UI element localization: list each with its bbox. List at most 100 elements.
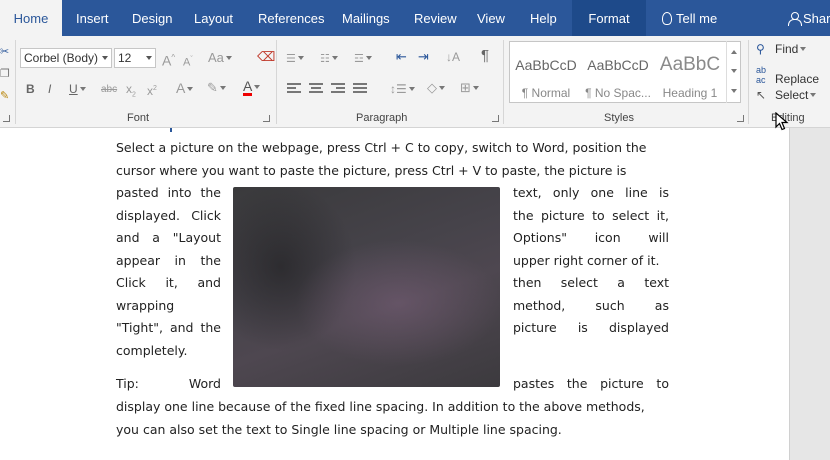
shrink-font-button[interactable]: Aˇ — [183, 52, 193, 71]
bold-button[interactable]: B — [26, 81, 35, 97]
chevron-down-icon — [297, 56, 304, 60]
vertical-scrollbar[interactable] — [789, 128, 830, 460]
styles-launcher-icon[interactable] — [737, 115, 744, 122]
tab-format[interactable]: Format — [572, 0, 646, 36]
shading-button[interactable]: ◇ — [427, 80, 445, 96]
share-button[interactable]: Shar — [788, 0, 830, 36]
show-formatting-button[interactable]: ¶ — [481, 48, 489, 64]
text-effects-icon: A — [176, 80, 186, 96]
doc-word: one — [590, 185, 614, 200]
tab-mailings[interactable]: Mailings — [342, 0, 390, 36]
chevron-down-icon — [810, 93, 817, 97]
align-left-icon[interactable] — [287, 83, 301, 95]
tab-layout[interactable]: Layout — [194, 0, 233, 36]
chevron-down-icon — [102, 56, 108, 60]
doc-line: picture is displayed — [513, 317, 669, 340]
lightbulb-icon — [662, 12, 672, 25]
tab-help[interactable]: Help — [530, 0, 557, 36]
styles-gallery: AaBbCcD ¶ Normal AaBbCcD ¶ No Spac... Aa… — [509, 41, 741, 103]
change-case-button[interactable]: Aa — [208, 50, 232, 66]
text-effects-button[interactable]: A — [176, 80, 194, 96]
line-spacing-button[interactable]: ↕☰ — [390, 81, 415, 97]
decrease-indent-icon[interactable]: ⇤ — [396, 49, 407, 65]
sort-icon[interactable]: ↓A — [446, 49, 460, 65]
bullets-button[interactable]: ☰ — [286, 50, 304, 67]
clear-formatting-icon[interactable]: ⌫ — [257, 49, 275, 65]
style-heading-1[interactable]: AaBbC Heading 1 — [654, 42, 726, 102]
tab-home[interactable]: Home — [0, 0, 62, 36]
tell-me-search[interactable]: Tell me — [662, 0, 717, 36]
tab-references[interactable]: References — [258, 0, 324, 36]
font-launcher-icon[interactable] — [263, 115, 270, 122]
replace-button[interactable]: ab ac Replace — [756, 65, 819, 86]
font-size-combo[interactable]: 12 — [114, 48, 156, 68]
highlighter-icon: ✎ — [207, 80, 218, 95]
doc-line-text: display one line because of the fixed li… — [116, 399, 645, 414]
underline-button[interactable]: U — [69, 81, 86, 97]
chevron-down-icon — [187, 87, 194, 91]
doc-line: then select a text — [513, 272, 669, 295]
doc-line: completely. — [116, 340, 221, 363]
share-label: Shar — [803, 11, 830, 26]
doc-word: text — [644, 275, 669, 290]
justify-icon[interactable] — [353, 83, 367, 95]
copy-icon[interactable]: ❐ — [0, 66, 10, 82]
paint-bucket-icon: ◇ — [427, 80, 437, 95]
chevron-down-icon[interactable] — [731, 69, 737, 73]
borders-button[interactable]: ⊞ — [460, 80, 479, 96]
tab-review[interactable]: Review — [414, 0, 457, 36]
doc-word: to — [656, 376, 669, 391]
select-button[interactable]: ↖ Select — [756, 88, 817, 102]
highlight-button[interactable]: ✎ — [207, 80, 226, 96]
tab-view[interactable]: View — [477, 0, 505, 36]
paragraph-launcher-icon[interactable] — [492, 115, 499, 122]
doc-word: will — [648, 230, 669, 245]
increase-indent-icon[interactable]: ⇥ — [418, 49, 429, 65]
italic-button[interactable]: I — [48, 81, 51, 97]
align-right-icon[interactable] — [331, 83, 345, 95]
subscript-button[interactable]: x2 — [126, 81, 136, 103]
doc-word: method, — [513, 297, 566, 313]
chevron-up-icon[interactable] — [731, 50, 737, 54]
tell-me-label: Tell me — [676, 11, 718, 26]
doc-word: Click — [191, 207, 221, 223]
numbering-button[interactable]: ☷ — [320, 50, 338, 67]
ribbon-tab-bar: Home Insert Design Layout References Mai… — [0, 0, 830, 36]
doc-line: cursor where you want to paste the pictu… — [116, 160, 669, 183]
style-no-spacing[interactable]: AaBbCcD ¶ No Spac... — [582, 42, 654, 102]
style-name: Heading 1 — [662, 86, 718, 100]
multilevel-list-button[interactable]: ☲ — [354, 50, 372, 67]
doc-word: it, — [165, 275, 178, 290]
grow-font-icon: A — [162, 52, 172, 69]
pasted-picture[interactable] — [233, 187, 500, 387]
find-button[interactable]: ⚲ Find — [756, 42, 807, 56]
cut-icon[interactable]: ✂ — [0, 44, 9, 60]
doc-word: Tip: — [116, 376, 139, 391]
format-painter-icon[interactable]: ✎ — [0, 88, 9, 104]
ribbon-home: ✂ ❐ ✎ Corbel (Body) 12 A^ Aˇ Aa ⌫ B I U … — [0, 36, 830, 128]
doc-line: text, only one line is — [513, 182, 669, 205]
clipboard-launcher-icon[interactable] — [3, 115, 10, 122]
doc-line: displayed. Click — [116, 205, 221, 228]
align-center-icon[interactable] — [309, 83, 323, 95]
doc-line: the picture to select it, — [513, 205, 669, 228]
doc-word: the — [513, 207, 534, 223]
find-label: Find — [775, 42, 799, 56]
grow-font-button[interactable]: A^ — [162, 50, 175, 69]
strikethrough-button[interactable]: abc — [101, 82, 117, 98]
tab-design[interactable]: Design — [132, 0, 172, 36]
font-name-combo[interactable]: Corbel (Body) — [20, 48, 112, 68]
font-color-button[interactable]: A — [243, 78, 261, 96]
superscript-button[interactable]: x2 — [147, 81, 157, 99]
tab-insert[interactable]: Insert — [76, 0, 109, 36]
doc-word: a — [152, 230, 160, 245]
text-cursor — [170, 128, 172, 132]
style-normal[interactable]: AaBbCcD ¶ Normal — [510, 42, 582, 102]
doc-word: displayed. — [116, 207, 180, 223]
document-area[interactable]: Select a picture on the webpage, press C… — [0, 128, 789, 460]
more-styles-icon[interactable] — [731, 89, 737, 93]
styles-scroll[interactable] — [726, 41, 741, 103]
search-icon: ⚲ — [756, 42, 765, 56]
doc-word: the — [200, 185, 221, 200]
document-page[interactable]: Select a picture on the webpage, press C… — [0, 128, 789, 460]
